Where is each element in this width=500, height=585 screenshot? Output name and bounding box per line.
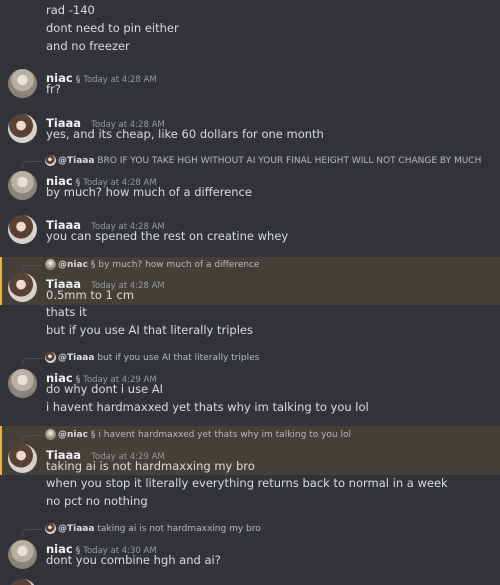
- reply-text: taking ai is not hardmaxxing my bro: [97, 524, 261, 534]
- reply-spine: [22, 161, 42, 168]
- reply-text: i havent hardmaxxed yet thats why im tal…: [98, 430, 351, 440]
- reply-author[interactable]: @niac: [58, 260, 88, 270]
- reply-author[interactable]: @Tiaaa: [58, 524, 94, 534]
- message-text: you can spened the rest on creatine whey: [46, 229, 289, 243]
- message-text: dont you combine hgh and ai?: [46, 553, 221, 567]
- reply-spine: [22, 358, 42, 365]
- reply-preview[interactable]: @niac § by much? how much of a difference: [58, 259, 260, 271]
- avatar[interactable]: [8, 444, 37, 473]
- message-text: by much? how much of a difference: [46, 185, 252, 199]
- message-header: niac § Today at 4:28 AM: [46, 67, 157, 88]
- message-line: and no freezer: [46, 39, 130, 53]
- reply-preview[interactable]: @Tiaaa but if you use AI that literally …: [58, 352, 259, 364]
- reply-author[interactable]: @niac: [58, 430, 88, 440]
- message-text: 0.5mm to 1 cm: [46, 288, 135, 302]
- role-icon: §: [90, 430, 96, 440]
- role-icon: §: [90, 260, 96, 270]
- avatar[interactable]: [8, 69, 37, 98]
- reply-avatar: [45, 352, 56, 363]
- message-line: i havent hardmaxxed yet thats why im tal…: [46, 400, 369, 414]
- message-text: do why dont i use AI: [46, 382, 164, 396]
- reply-text: but if you use AI that literally triples: [97, 353, 260, 363]
- message-text: taking ai is not hardmaxxing my bro: [46, 459, 255, 473]
- avatar[interactable]: [8, 540, 37, 569]
- message-line: no pct no nothing: [46, 494, 148, 508]
- message-line: thats it: [46, 305, 87, 319]
- message-line: but if you use AI that literally triples: [46, 323, 253, 337]
- reply-spine: [22, 529, 42, 536]
- avatar[interactable]: [8, 579, 37, 585]
- message-line: rad -140: [46, 3, 95, 17]
- reply-spine: [22, 265, 42, 272]
- avatar[interactable]: [8, 114, 37, 143]
- reply-avatar: [45, 523, 56, 534]
- reply-text: by much? how much of a difference: [98, 260, 260, 270]
- message-line: when you stop it literally everything re…: [46, 476, 448, 490]
- reply-author[interactable]: @Tiaaa: [58, 353, 94, 363]
- avatar[interactable]: [8, 171, 37, 200]
- avatar[interactable]: [8, 369, 37, 398]
- avatar[interactable]: [8, 215, 37, 244]
- reply-preview[interactable]: @Tiaaa BRO IF YOU TAKE HGH WITHOUT AI YO…: [58, 155, 481, 167]
- reply-preview[interactable]: @Tiaaa taking ai is not hardmaxxing my b…: [58, 523, 261, 535]
- message-line: dont need to pin either: [46, 21, 179, 35]
- message-text: yes, and its cheap, like 60 dollars for …: [46, 127, 324, 141]
- timestamp[interactable]: Today at 4:28 AM: [83, 75, 156, 85]
- reply-avatar: [45, 429, 56, 440]
- reply-spine: [22, 435, 42, 442]
- reply-avatar: [45, 155, 56, 166]
- message-text: fr?: [46, 82, 61, 96]
- reply-avatar: [45, 259, 56, 270]
- avatar[interactable]: [8, 273, 37, 302]
- reply-text: BRO IF YOU TAKE HGH WITHOUT AI YOUR FINA…: [97, 156, 482, 166]
- reply-author[interactable]: @Tiaaa: [58, 156, 94, 166]
- reply-preview[interactable]: @niac § i havent hardmaxxed yet thats why …: [58, 429, 351, 441]
- role-icon: §: [75, 75, 81, 85]
